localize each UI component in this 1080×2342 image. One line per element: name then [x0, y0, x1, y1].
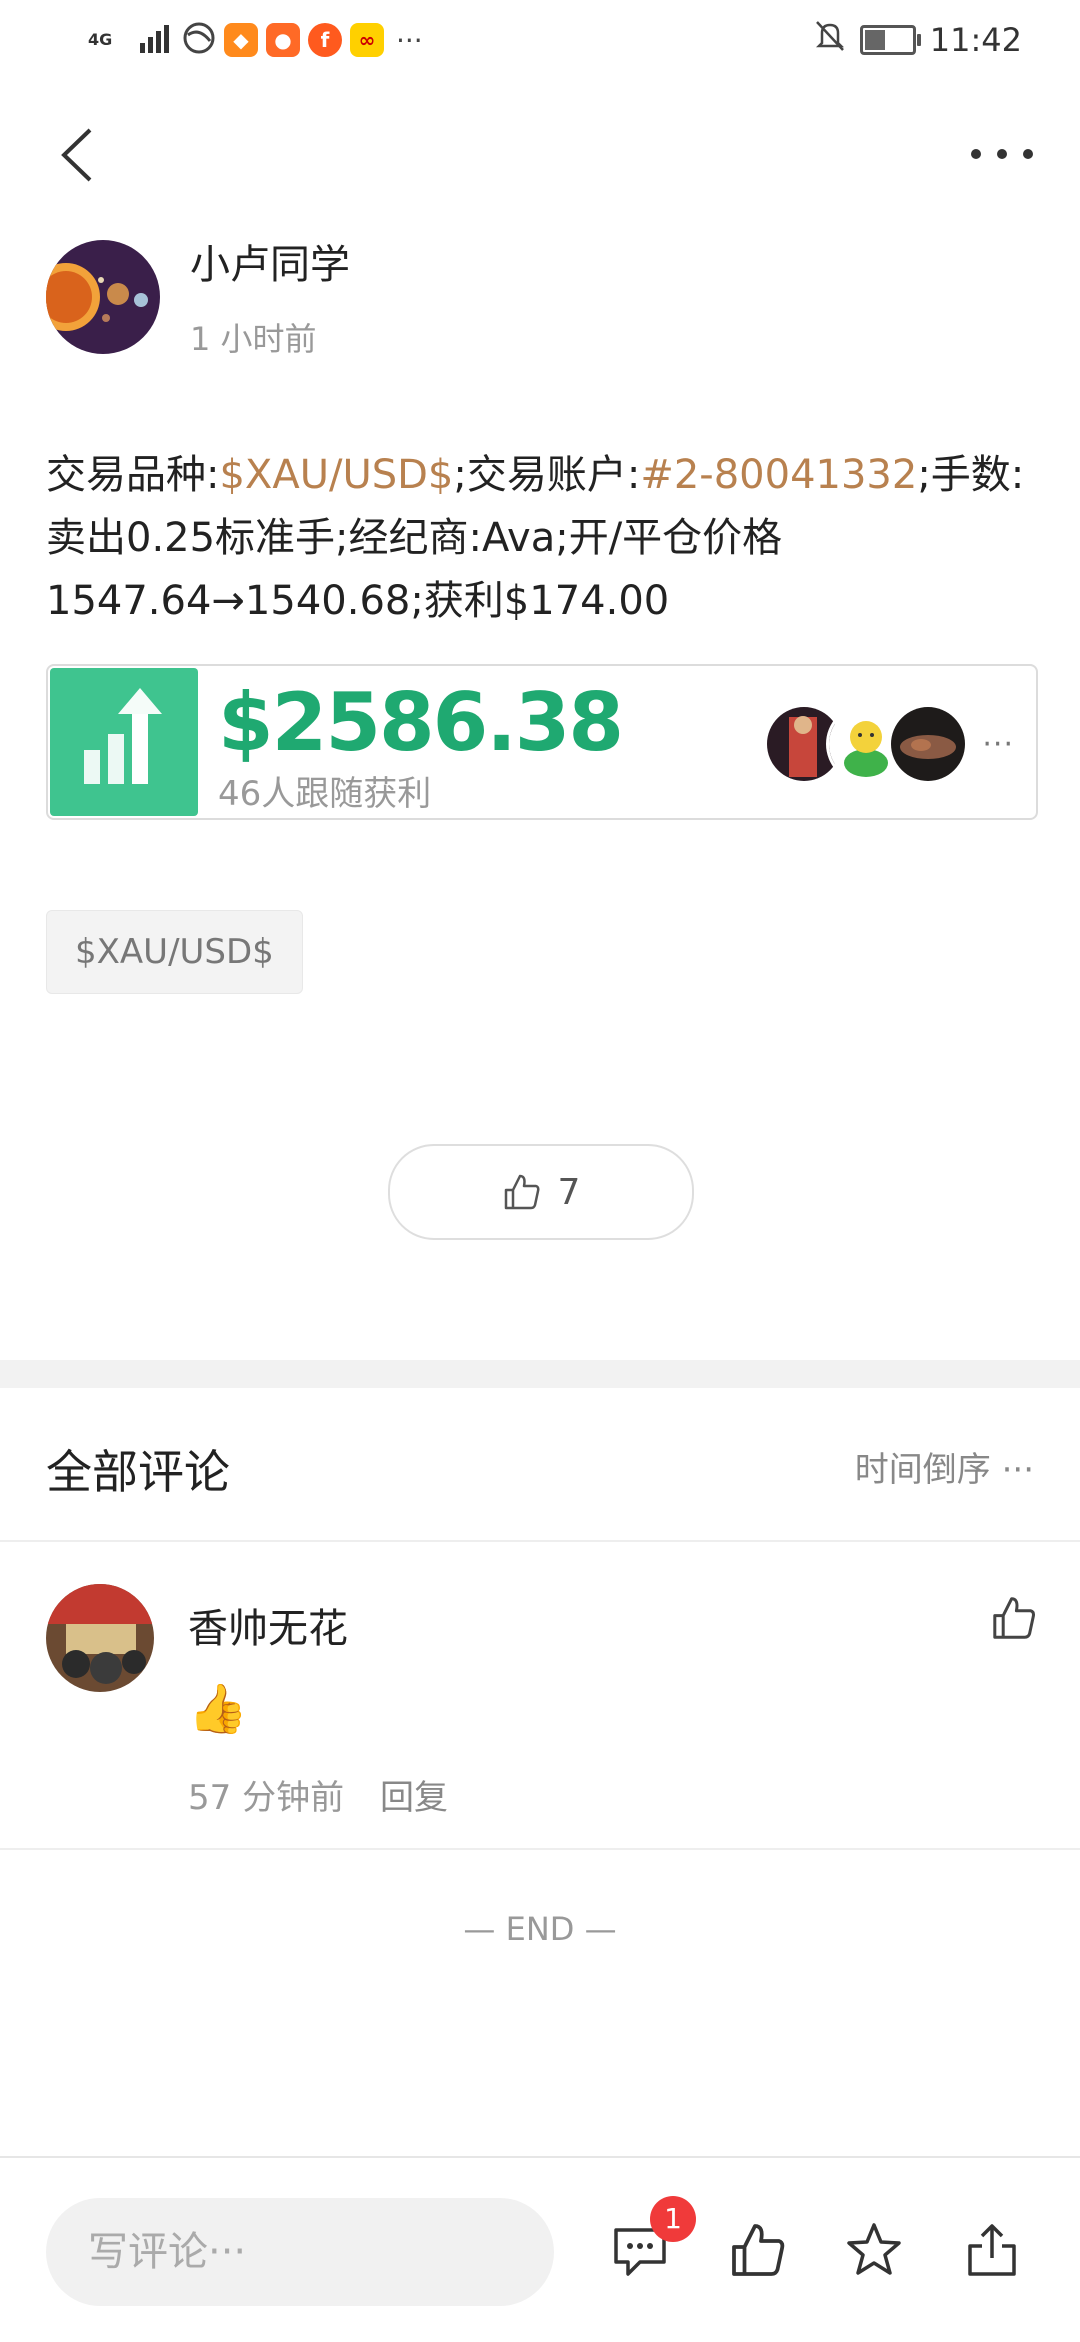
status-bar: 4G ◆ ● f ∞ ··· 11:42	[0, 0, 1080, 80]
comment-like-button[interactable]	[990, 1594, 1038, 1642]
browser-icon	[182, 21, 216, 59]
growth-chart-icon	[50, 668, 198, 816]
more-dots-icon	[971, 149, 1033, 159]
comment-time: 57 分钟前	[188, 1778, 345, 1818]
favorite-button[interactable]	[844, 2220, 904, 2280]
author-name[interactable]: 小卢同学	[190, 232, 350, 290]
status-right: 11:42	[814, 18, 1022, 62]
sort-button[interactable]: 时间倒序 ···	[855, 1442, 1034, 1491]
clock: 11:42	[929, 21, 1022, 59]
like-action-button[interactable]	[728, 2220, 788, 2280]
signal-indicator: 4G	[88, 30, 113, 49]
follower-avatar	[888, 704, 969, 784]
comment-input[interactable]: 写评论···	[46, 2198, 554, 2306]
thumbs-up-icon	[993, 1597, 1035, 1639]
followers-profit-text: 46人跟随获利	[218, 774, 432, 814]
author-avatar[interactable]	[46, 240, 160, 354]
comment-content: 👍	[188, 1681, 248, 1737]
share-icon	[968, 2224, 1016, 2276]
post-time: 1 小时前	[190, 320, 317, 358]
thumbs-up-icon	[732, 2224, 785, 2276]
divider	[0, 1540, 1080, 1542]
commenter-avatar[interactable]	[46, 1584, 154, 1692]
post-content: 交易品种:$XAU/USD$;交易账户:#2-80041332;手数:卖出0.2…	[46, 444, 1046, 633]
signal-bars-icon	[140, 23, 174, 57]
back-button[interactable]	[50, 120, 110, 190]
more-notifications-icon: ···	[396, 23, 423, 57]
app-icon-1: ◆	[224, 23, 258, 57]
chevron-left-icon	[61, 128, 92, 182]
symbol-tag[interactable]: $XAU/USD$	[46, 910, 303, 994]
like-button[interactable]: 7	[388, 1144, 694, 1240]
comments-title: 全部评论	[46, 1445, 230, 1499]
thumbs-up-icon	[504, 1174, 540, 1210]
more-followers-icon: ···	[982, 726, 1014, 762]
commenter-name[interactable]: 香帅无花	[188, 1596, 348, 1654]
app-icon-4: ∞	[350, 23, 384, 57]
profit-card[interactable]: $2586.38 46人跟随获利 ···	[46, 664, 1038, 820]
follower-avatars[interactable]: ···	[764, 704, 1014, 784]
post-text-part: ;交易账户:	[453, 452, 641, 498]
bottom-action-bar: 写评论··· 1	[0, 2156, 1080, 2342]
divider	[0, 1848, 1080, 1850]
more-options-button[interactable]	[962, 124, 1042, 184]
like-count: 7	[557, 1171, 581, 1213]
post-text-part: 交易品种:	[46, 452, 220, 498]
star-icon	[847, 2223, 901, 2275]
section-divider	[0, 1360, 1080, 1388]
share-button[interactable]	[962, 2220, 1022, 2280]
mute-bell-icon	[814, 19, 846, 61]
app-icon-2: ●	[266, 23, 300, 57]
account-link[interactable]: #2-80041332	[640, 452, 917, 498]
profit-amount: $2586.38	[218, 676, 624, 769]
end-marker: — END —	[463, 1910, 617, 1948]
reply-button[interactable]: 回复	[380, 1770, 448, 1819]
app-icon-3: f	[308, 23, 342, 57]
battery-icon	[859, 25, 921, 55]
comment-count-badge: 1	[650, 2196, 696, 2242]
symbol-link[interactable]: $XAU/USD$	[219, 452, 453, 498]
status-left: 4G ◆ ● f ∞ ···	[88, 18, 423, 62]
